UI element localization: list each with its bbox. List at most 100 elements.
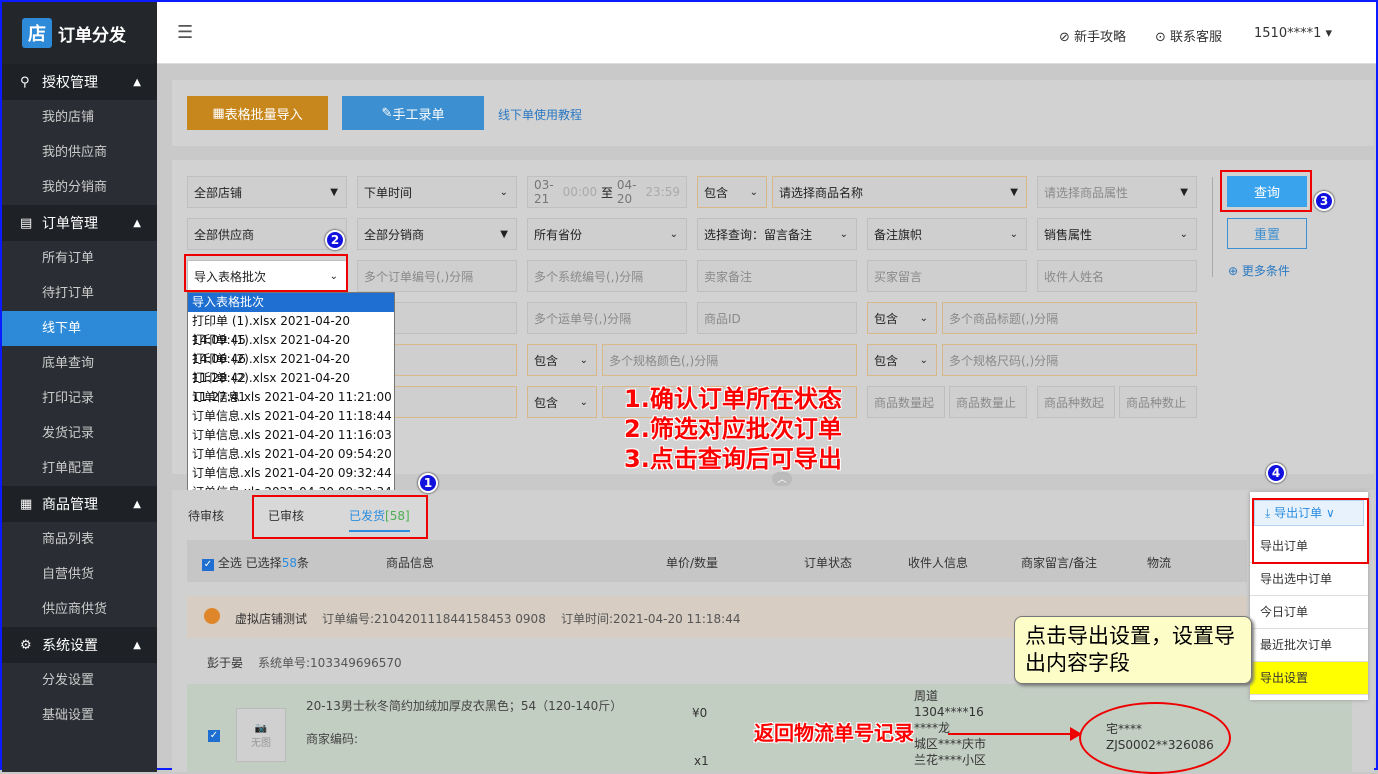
- logo[interactable]: 店订单分发: [2, 2, 157, 64]
- batch-option[interactable]: 导入表格批次: [188, 293, 394, 312]
- filter-contain1[interactable]: 包含⌄: [697, 176, 767, 208]
- sidebar-group[interactable]: ⚲授权管理▲: [2, 64, 157, 100]
- divider: [1212, 177, 1213, 277]
- filter-sizes[interactable]: 多个规格尺码(,)分隔: [942, 344, 1197, 376]
- filter-qty-from[interactable]: 商品数量起: [867, 386, 945, 418]
- batch-option[interactable]: 打印单 (1).xlsx 2021-04-20 14:09:45: [188, 312, 394, 331]
- filter-time-type[interactable]: 下单时间⌄: [357, 176, 517, 208]
- sidebar-item[interactable]: 打单配置: [2, 451, 157, 486]
- time-from: 00:00: [563, 185, 598, 199]
- import-button[interactable]: ▦ 表格批量导入: [187, 96, 328, 130]
- sidebar-item[interactable]: 商品列表: [2, 522, 157, 557]
- batch-option[interactable]: 打印单 (2).xlsx 2021-04-20 11:27:41: [188, 369, 394, 388]
- sidebar-item[interactable]: 我的分销商: [2, 170, 157, 205]
- filter-receiver[interactable]: 收件人姓名: [1037, 260, 1197, 292]
- dropdown-arrow-icon: ⌄: [670, 229, 678, 240]
- collapse-menu-icon[interactable]: ☰: [177, 22, 193, 43]
- col-product: 商品信息: [386, 554, 434, 571]
- merchant-code: 商家编码:: [306, 730, 358, 747]
- filter-kinds-from[interactable]: 商品种数起: [1037, 386, 1115, 418]
- more-conditions-link[interactable]: ⊕ 更多条件: [1228, 262, 1290, 279]
- filter-province[interactable]: 所有省份⌄: [527, 218, 687, 250]
- collapse-icon[interactable]: ︿: [772, 472, 792, 486]
- batch-option[interactable]: 订单信息.xls 2021-04-20 09:54:20: [188, 445, 394, 464]
- more-label: 更多条件: [1242, 264, 1290, 278]
- buyer-name: 彭于晏: [207, 654, 243, 671]
- filter-value: 商品ID: [704, 310, 741, 327]
- filter-distributor[interactable]: 全部分销商▼: [357, 218, 517, 250]
- dropdown-arrow-icon: ⌄: [580, 355, 588, 366]
- sidebar-item[interactable]: 底单查询: [2, 346, 157, 381]
- batch-option[interactable]: 订单信息.xls 2021-04-20 11:16:03: [188, 426, 394, 445]
- export-menu-item[interactable]: 最近批次订单: [1250, 629, 1368, 662]
- filter-sys-nos[interactable]: 多个系统编号(,)分隔: [527, 260, 687, 292]
- step-badge-1: 1: [418, 473, 438, 493]
- sidebar-item[interactable]: 供应商供货: [2, 592, 157, 627]
- sidebar-item[interactable]: 待打订单: [2, 276, 157, 311]
- reset-button[interactable]: 重置: [1227, 218, 1307, 249]
- filter-supplier[interactable]: 全部供应商: [187, 218, 347, 250]
- filter-kinds-to[interactable]: 商品种数止: [1119, 386, 1197, 418]
- group-label: 系统设置: [42, 635, 98, 655]
- date-to: 04-20: [617, 178, 642, 206]
- filter-contain4[interactable]: 包含⌄: [867, 344, 937, 376]
- import-label: 表格批量导入: [225, 104, 303, 123]
- guide-label: 新手攻略: [1074, 30, 1126, 45]
- batch-option[interactable]: 打印单 (1).xlsx 2021-04-20 14:06:46: [188, 331, 394, 350]
- price: ¥0: [692, 706, 707, 720]
- filter-shop[interactable]: 全部店铺▼: [187, 176, 347, 208]
- export-menu-item[interactable]: 导出选中订单: [1250, 563, 1368, 596]
- filter-product-id[interactable]: 商品ID: [697, 302, 857, 334]
- tab-pending[interactable]: 待审核: [188, 507, 224, 524]
- filter-waybill[interactable]: 多个运单号(,)分隔: [527, 302, 687, 334]
- sidebar-item[interactable]: 线下单: [2, 311, 157, 346]
- sidebar-item[interactable]: 我的店铺: [2, 100, 157, 135]
- filter-buyer-msg[interactable]: 买家留言: [867, 260, 1027, 292]
- sidebar-item[interactable]: 基础设置: [2, 698, 157, 733]
- order-shop: 虚拟店铺测试: [235, 610, 307, 627]
- filter-qty-to[interactable]: 商品数量止: [949, 386, 1027, 418]
- filter-seller-note[interactable]: 卖家备注: [697, 260, 857, 292]
- batch-option[interactable]: 订单信息.xls 2021-04-20 11:21:00: [188, 388, 394, 407]
- filter-titles[interactable]: 多个商品标题(,)分隔: [942, 302, 1197, 334]
- filter-colors[interactable]: 多个规格颜色(,)分隔: [602, 344, 857, 376]
- sidebar-item[interactable]: 打印记录: [2, 381, 157, 416]
- user-menu[interactable]: 1510****1 ▾: [1254, 26, 1332, 41]
- filter-contain5[interactable]: 包含⌄: [527, 386, 597, 418]
- step-badge-4: 4: [1266, 463, 1286, 483]
- sidebar-item[interactable]: 所有订单: [2, 241, 157, 276]
- group-icon: ▦: [20, 497, 36, 512]
- date-range-picker[interactable]: 03-21 00:00 至 04-20 23:59: [527, 176, 687, 208]
- sidebar-item[interactable]: 我的供应商: [2, 135, 157, 170]
- sidebar-item[interactable]: 自营供货: [2, 557, 157, 592]
- sidebar: 店订单分发 ⚲授权管理▲我的店铺我的供应商我的分销商▤订单管理▲所有订单待打订单…: [2, 2, 157, 772]
- filter-value: 商品数量止: [956, 394, 1016, 411]
- guide-link[interactable]: ⊘ 新手攻略: [1059, 26, 1126, 45]
- sidebar-item[interactable]: 分发设置: [2, 663, 157, 698]
- filter-sale-attr[interactable]: 销售属性⌄: [1037, 218, 1197, 250]
- filter-query-select[interactable]: 选择查询：留言备注⌄: [697, 218, 857, 250]
- sidebar-group[interactable]: ▦商品管理▲: [2, 486, 157, 522]
- tutorial-link[interactable]: 线下单使用教程: [498, 106, 582, 123]
- export-menu-item[interactable]: 今日订单: [1250, 596, 1368, 629]
- batch-option[interactable]: 订单信息.xls 2021-04-20 11:18:44: [188, 407, 394, 426]
- filter-product-name[interactable]: 请选择商品名称▼: [772, 176, 1027, 208]
- filter-flag[interactable]: 备注旗帜⌄: [867, 218, 1027, 250]
- app-title: 订单分发: [58, 21, 126, 46]
- batch-option[interactable]: 订单信息.xls 2021-04-20 09:32:44: [188, 464, 394, 483]
- filter-contain3[interactable]: 包含⌄: [527, 344, 597, 376]
- service-link[interactable]: ⊙ 联系客服: [1155, 26, 1222, 45]
- sidebar-group[interactable]: ⚙系统设置▲: [2, 627, 157, 663]
- sidebar-item[interactable]: 发货记录: [2, 416, 157, 451]
- batch-option[interactable]: 打印单 (2).xlsx 2021-04-20 11:28:42: [188, 350, 394, 369]
- sidebar-group[interactable]: ▤订单管理▲: [2, 205, 157, 241]
- manual-entry-button[interactable]: ✎ 手工录单: [342, 96, 484, 130]
- row-checkbox[interactable]: ✓: [208, 730, 220, 742]
- export-menu-item[interactable]: 导出设置: [1250, 662, 1368, 695]
- filter-value: 商品种数起: [1044, 394, 1104, 411]
- filter-product-attr[interactable]: 请选择商品属性▼: [1037, 176, 1197, 208]
- return-tracking-note: 返回物流单号记录: [754, 718, 914, 748]
- select-all-checkbox[interactable]: ✓ 全选 已选择58条: [202, 554, 309, 571]
- filter-contain2[interactable]: 包含⌄: [867, 302, 937, 334]
- filter-order-nos[interactable]: 多个订单编号(,)分隔: [357, 260, 517, 292]
